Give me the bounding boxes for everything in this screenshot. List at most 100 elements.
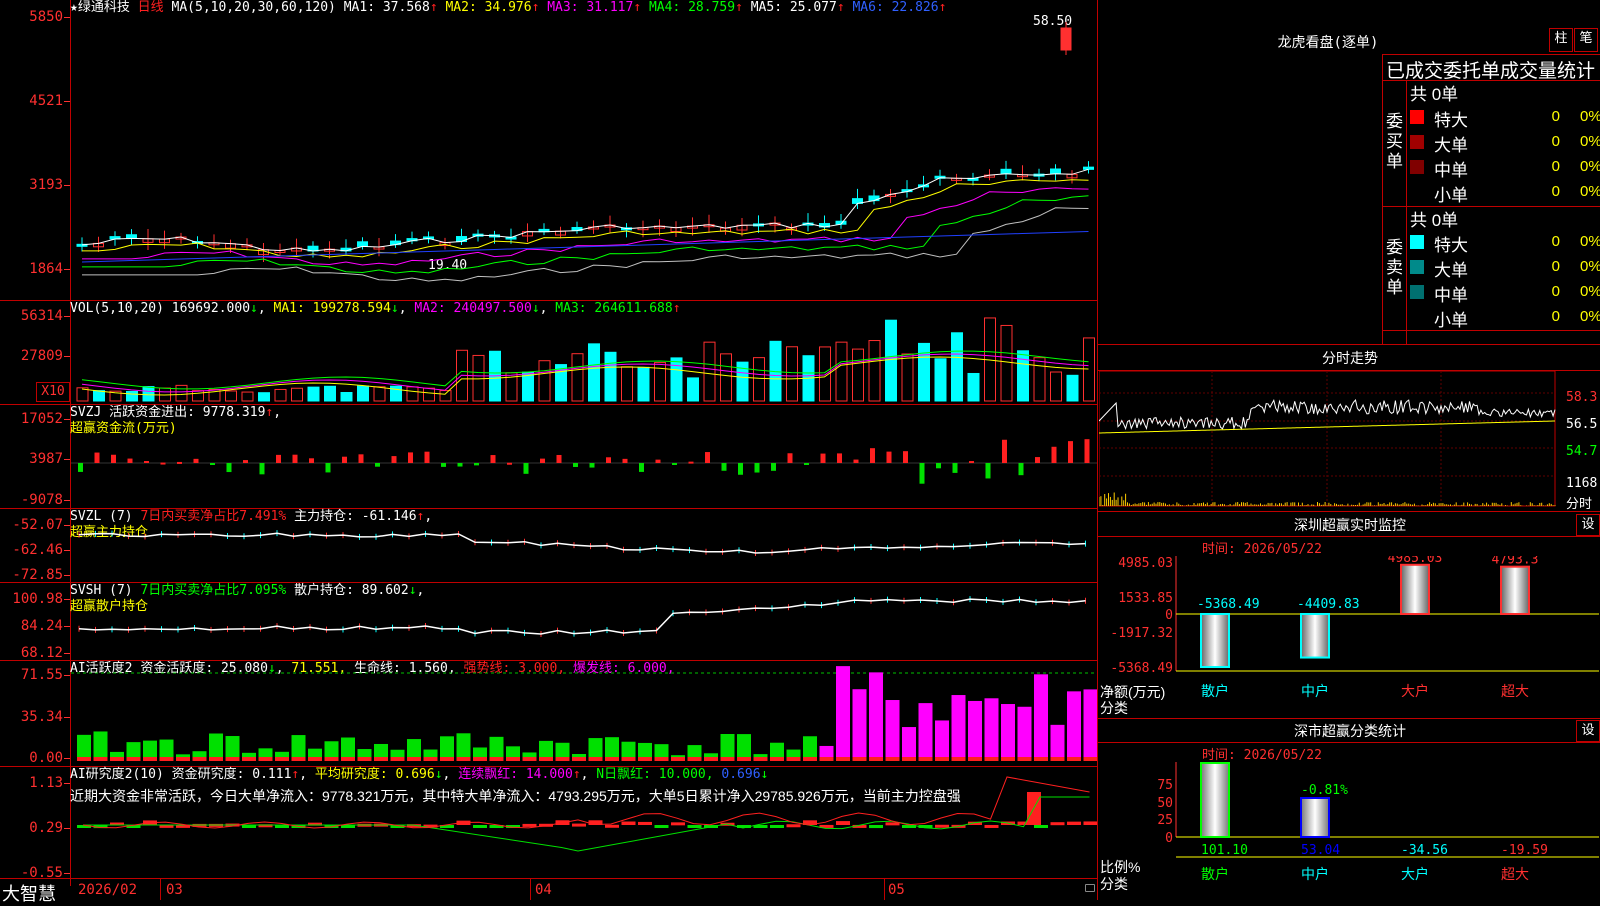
category-label: 散户: [1201, 866, 1229, 883]
volume-bar: [439, 390, 452, 402]
sz-monitor-settings-button[interactable]: 设: [1576, 514, 1600, 536]
kline-chart[interactable]: [71, 0, 1097, 300]
activity-bar: [968, 700, 982, 761]
volume-bar: [934, 358, 947, 402]
research-bar: [605, 824, 619, 828]
main-chart-area[interactable]: 5850 4521 3193 1864 ★绿通科技 日线 MA(5,10,20,…: [0, 0, 1098, 904]
intraday-vol-label: 1168: [1566, 476, 1598, 491]
fund-flow-bar: [1068, 441, 1073, 463]
order-percent: 0%: [1580, 183, 1600, 200]
svzl-y-label: -72.85: [12, 567, 63, 583]
baseline-bar: [902, 757, 916, 761]
baseline-bar: [935, 757, 949, 761]
baseline-bar: [869, 757, 883, 761]
activity-bar: [1050, 724, 1065, 761]
category-label: 超大: [1501, 684, 1529, 700]
indicator-line: [78, 598, 1086, 635]
ratio-value-label: 101.10: [1201, 843, 1248, 858]
net-amount-bar: [1200, 613, 1230, 668]
baseline-bar: [638, 757, 652, 761]
fund-flow-bar: [177, 461, 182, 464]
activity-bar: [1034, 674, 1048, 761]
baseline-bar: [704, 757, 718, 761]
svzl-y-label: -62.46: [12, 542, 63, 558]
volume-bar: [1066, 374, 1079, 402]
svsh-chart[interactable]: [71, 583, 1097, 660]
volume-bar: [142, 386, 155, 402]
baseline-bar: [473, 757, 487, 761]
monitor-y-label: 0: [1165, 608, 1173, 623]
order-size-label: 特大: [1434, 111, 1468, 130]
sz-monitor-cat: 分类: [1100, 700, 1128, 716]
order-percent: 0%: [1580, 158, 1600, 175]
baseline-bar: [1034, 757, 1048, 761]
volume-bar: [291, 387, 303, 402]
fund-flow-bar: [144, 461, 149, 464]
ai-active-chart[interactable]: [71, 661, 1097, 766]
order-count: 0: [1551, 108, 1560, 125]
activity-bar: [852, 689, 867, 761]
intraday-title: 分时走势: [1322, 351, 1378, 367]
kline-candle: [126, 234, 137, 239]
baseline-bar: [836, 757, 850, 761]
intraday-mode-label: 分时: [1566, 496, 1593, 511]
bar-value-label: 4985.03: [1388, 556, 1443, 566]
order-percent: 0%: [1580, 233, 1600, 250]
activity-bar: [918, 703, 933, 761]
research-bar: [638, 821, 652, 825]
volume-chart[interactable]: [71, 301, 1097, 404]
tick-view-button[interactable]: 笔: [1574, 28, 1598, 52]
order-percent: 0%: [1580, 133, 1600, 150]
ai-active-y-label: 71.55: [20, 667, 63, 683]
lock-icon[interactable]: [1085, 884, 1095, 892]
volume-bar: [538, 360, 551, 402]
fund-flow-bar: [919, 463, 925, 484]
ratio-value-label: 53.04: [1301, 843, 1340, 858]
baseline-bar: [555, 757, 570, 761]
baseline-bar: [110, 757, 124, 761]
sz-classify-time: 时间: 2026/05/22: [1202, 748, 1322, 763]
baseline-bar: [390, 757, 405, 761]
volume-bar: [126, 390, 138, 402]
baseline-bar: [1017, 757, 1032, 761]
kline-y-label: 3193: [29, 177, 63, 193]
activity-bar: [1017, 706, 1032, 761]
research-bar: [786, 824, 801, 828]
order-size-label: 中单: [1434, 161, 1468, 180]
baseline-bar: [654, 757, 669, 761]
sell-orders-label: 委卖单: [1386, 238, 1403, 297]
sz-classify-settings-button[interactable]: 设: [1576, 720, 1600, 742]
vol-unit-button[interactable]: X10: [36, 382, 70, 402]
moving-average-line: [82, 195, 1089, 274]
intraday-chart[interactable]: [1099, 371, 1565, 511]
fund-flow-bar: [94, 452, 100, 463]
svzl-chart[interactable]: [71, 509, 1097, 582]
baseline-bar: [126, 757, 141, 761]
fund-flow-bar: [985, 463, 991, 479]
category-label: 散户: [1201, 683, 1229, 700]
fund-flow-bar: [639, 463, 644, 472]
ai-active-y-label: 0.00: [29, 750, 63, 766]
research-bar: [1067, 821, 1081, 825]
sz-classify-chart[interactable]: 75 50 25 0 -0.81% 101.10 散户 53.04 中户 -34.56 大户 -19.…: [1099, 762, 1600, 900]
sell-order-row: 大单 0 0%: [1410, 256, 1600, 280]
baseline-bar: [407, 757, 421, 761]
monitor-y-label: -1917.32: [1110, 626, 1173, 641]
buy-order-row: 大单 0 0%: [1410, 131, 1600, 155]
ai-research-y-label: 0.29: [29, 820, 63, 836]
activity-bar: [720, 734, 735, 761]
legend-swatch: [1410, 235, 1424, 249]
fund-flow-bar: [787, 453, 793, 463]
baseline-bar: [242, 757, 256, 761]
baseline-bar: [572, 757, 586, 761]
svzj-chart[interactable]: [71, 405, 1097, 508]
column-view-button[interactable]: 柱: [1549, 28, 1573, 52]
baseline-bar: [588, 757, 603, 761]
volume-bar: [1000, 324, 1013, 402]
ai-research-chart[interactable]: [71, 767, 1097, 878]
legend-swatch: [1410, 160, 1424, 174]
lhb-title: 龙虎看盘(逐单): [1277, 35, 1379, 51]
volume-bar: [357, 385, 369, 402]
sz-monitor-chart[interactable]: 4985.03 1533.85 0 -1917.32 -5368.49 -5368.49 散…: [1099, 556, 1600, 716]
research-bar: [1034, 825, 1048, 828]
